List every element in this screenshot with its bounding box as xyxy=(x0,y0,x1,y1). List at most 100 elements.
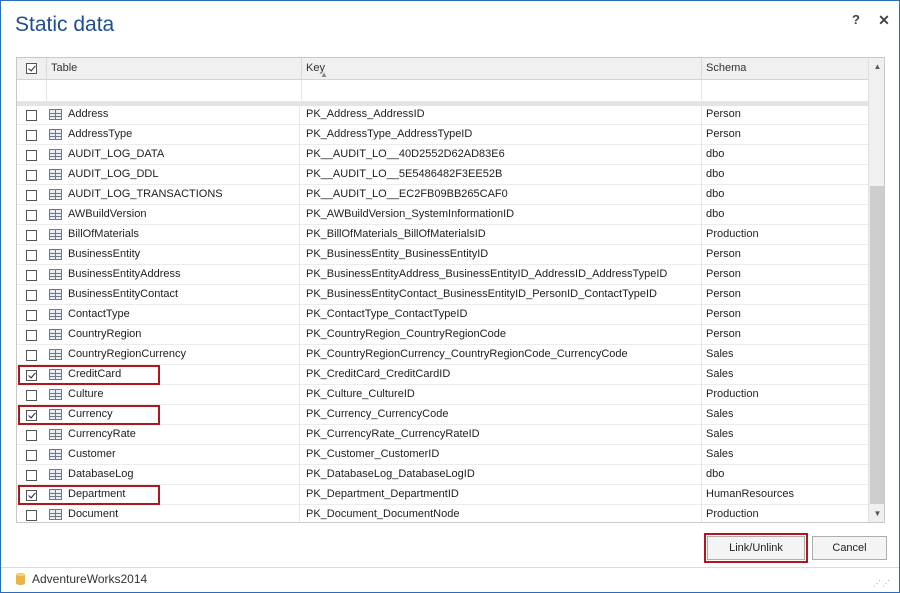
table-row[interactable]: Customer PK_Customer_CustomerID Sales xyxy=(17,445,868,465)
table-icon xyxy=(49,209,62,220)
table-row[interactable]: Culture PK_Culture_CultureID Production xyxy=(17,385,868,405)
resize-grip-icon[interactable]: ⋰⋰ xyxy=(873,579,891,588)
table-name: BusinessEntity xyxy=(68,245,300,265)
table-schema: dbo xyxy=(706,188,725,200)
help-button[interactable]: ? xyxy=(847,11,865,29)
column-header-key[interactable]: Key xyxy=(302,58,702,80)
column-header-table[interactable]: Table ▲ xyxy=(47,58,328,80)
row-checkbox[interactable] xyxy=(26,410,37,421)
table-schema: Sales xyxy=(706,408,734,420)
row-checkbox[interactable] xyxy=(26,170,37,181)
row-checkbox[interactable] xyxy=(26,190,37,201)
table-key: PK_BusinessEntity_BusinessEntityID xyxy=(302,245,702,265)
table-name: Document xyxy=(68,505,300,522)
table-key: PK_AddressType_AddressTypeID xyxy=(302,125,702,145)
table-row[interactable]: BusinessEntityAddress PK_BusinessEntityAd… xyxy=(17,265,868,285)
table-key: PK_BillOfMaterials_BillOfMaterialsID xyxy=(302,225,702,245)
table-name: CreditCard xyxy=(68,365,300,385)
row-checkbox[interactable] xyxy=(26,270,37,281)
table-row[interactable]: CurrencyRate PK_CurrencyRate_CurrencyRate… xyxy=(17,425,868,445)
row-check-cell xyxy=(17,105,47,125)
cancel-button[interactable]: Cancel xyxy=(812,536,887,560)
table-key: PK_CreditCard_CreditCardID xyxy=(302,365,702,385)
scroll-thumb[interactable] xyxy=(870,186,884,504)
table-icon xyxy=(49,169,62,180)
row-checkbox[interactable] xyxy=(26,130,37,141)
table-icon xyxy=(49,369,62,380)
scroll-down-icon[interactable]: ▼ xyxy=(869,505,884,522)
row-icon-cell xyxy=(47,185,67,205)
row-checkbox[interactable] xyxy=(26,350,37,361)
table-row[interactable]: CountryRegionCurrency PK_CountryRegionCur… xyxy=(17,345,868,365)
table-row[interactable]: BillOfMaterials PK_BillOfMaterials_BillOf… xyxy=(17,225,868,245)
filter-key-input[interactable] xyxy=(302,80,702,102)
row-checkbox[interactable] xyxy=(26,510,37,521)
row-checkbox[interactable] xyxy=(26,370,37,381)
select-all-cell xyxy=(17,58,47,80)
table-row[interactable]: AWBuildVersion PK_AWBuildVersion_SystemIn… xyxy=(17,205,868,225)
table-schema: Person xyxy=(706,268,741,280)
table-row[interactable]: AUDIT_LOG_TRANSACTIONS PK__AUDIT_LO__EC2F… xyxy=(17,185,868,205)
table-name: ContactType xyxy=(68,305,300,325)
row-checkbox[interactable] xyxy=(26,210,37,221)
row-icon-cell xyxy=(47,485,67,505)
row-checkbox[interactable] xyxy=(26,290,37,301)
table-row[interactable]: CreditCard PK_CreditCard_CreditCardID Sale… xyxy=(17,365,868,385)
table-key: PK_Address_AddressID xyxy=(302,105,702,125)
close-button[interactable]: ✕ xyxy=(875,11,893,29)
table-name: CountryRegion xyxy=(68,325,300,345)
table-icon xyxy=(49,229,62,240)
row-icon-cell xyxy=(47,265,67,285)
table-icon xyxy=(49,309,62,320)
row-checkbox[interactable] xyxy=(26,230,37,241)
filter-table-input[interactable] xyxy=(47,80,302,102)
select-all-checkbox[interactable] xyxy=(26,63,37,74)
table-row[interactable]: AUDIT_LOG_DATA PK__AUDIT_LO__40D2552D62AD… xyxy=(17,145,868,165)
vertical-scrollbar[interactable]: ▲ ▼ xyxy=(868,58,884,522)
table-name: AUDIT_LOG_TRANSACTIONS xyxy=(68,185,300,205)
table-key: PK_BusinessEntityAddress_BusinessEntityI… xyxy=(302,265,702,285)
row-checkbox[interactable] xyxy=(26,470,37,481)
table-icon xyxy=(49,289,62,300)
table-icon xyxy=(49,409,62,420)
filter-row xyxy=(17,80,868,102)
table-row[interactable]: BusinessEntity PK_BusinessEntity_Business… xyxy=(17,245,868,265)
table-row[interactable]: Currency PK_Currency_CurrencyCode Sales xyxy=(17,405,868,425)
table-icon xyxy=(49,429,62,440)
row-check-cell xyxy=(17,305,47,325)
table-row[interactable]: AUDIT_LOG_DDL PK__AUDIT_LO__5E5486482F3EE… xyxy=(17,165,868,185)
row-checkbox[interactable] xyxy=(26,250,37,261)
table-schema: Person xyxy=(706,328,741,340)
table-name: CurrencyRate xyxy=(68,425,300,445)
row-checkbox[interactable] xyxy=(26,490,37,501)
row-icon-cell xyxy=(47,205,67,225)
table-row[interactable]: Document PK_Document_DocumentNode Producti… xyxy=(17,505,868,522)
row-checkbox[interactable] xyxy=(26,430,37,441)
table-schema: Sales xyxy=(706,428,734,440)
scroll-up-icon[interactable]: ▲ xyxy=(869,58,884,75)
column-header-schema[interactable]: Schema xyxy=(702,58,868,80)
row-checkbox[interactable] xyxy=(26,310,37,321)
table-row[interactable]: Address PK_Address_AddressID Person xyxy=(17,105,868,125)
table-schema: Sales xyxy=(706,368,734,380)
table-row[interactable]: DatabaseLog PK_DatabaseLog_DatabaseLogID d… xyxy=(17,465,868,485)
table-row[interactable]: ContactType PK_ContactType_ContactTypeID P… xyxy=(17,305,868,325)
table-schema: Person xyxy=(706,288,741,300)
row-icon-cell xyxy=(47,385,67,405)
table-row[interactable]: Department PK_Department_DepartmentID Huma… xyxy=(17,485,868,505)
table-key: PK__AUDIT_LO__EC2FB09BB265CAF0 xyxy=(302,185,702,205)
row-checkbox[interactable] xyxy=(26,390,37,401)
row-check-cell xyxy=(17,325,47,345)
table-row[interactable]: CountryRegion PK_CountryRegion_CountryReg… xyxy=(17,325,868,345)
row-icon-cell xyxy=(47,225,67,245)
table-row[interactable]: BusinessEntityContact PK_BusinessEntityCo… xyxy=(17,285,868,305)
table-key: PK_ContactType_ContactTypeID xyxy=(302,305,702,325)
row-checkbox[interactable] xyxy=(26,150,37,161)
row-checkbox[interactable] xyxy=(26,110,37,121)
row-checkbox[interactable] xyxy=(26,450,37,461)
filter-schema-input[interactable] xyxy=(702,80,868,102)
row-icon-cell xyxy=(47,325,67,345)
row-checkbox[interactable] xyxy=(26,330,37,341)
link-unlink-button[interactable]: Link/Unlink xyxy=(707,536,805,560)
table-row[interactable]: AddressType PK_AddressType_AddressTypeID P… xyxy=(17,125,868,145)
